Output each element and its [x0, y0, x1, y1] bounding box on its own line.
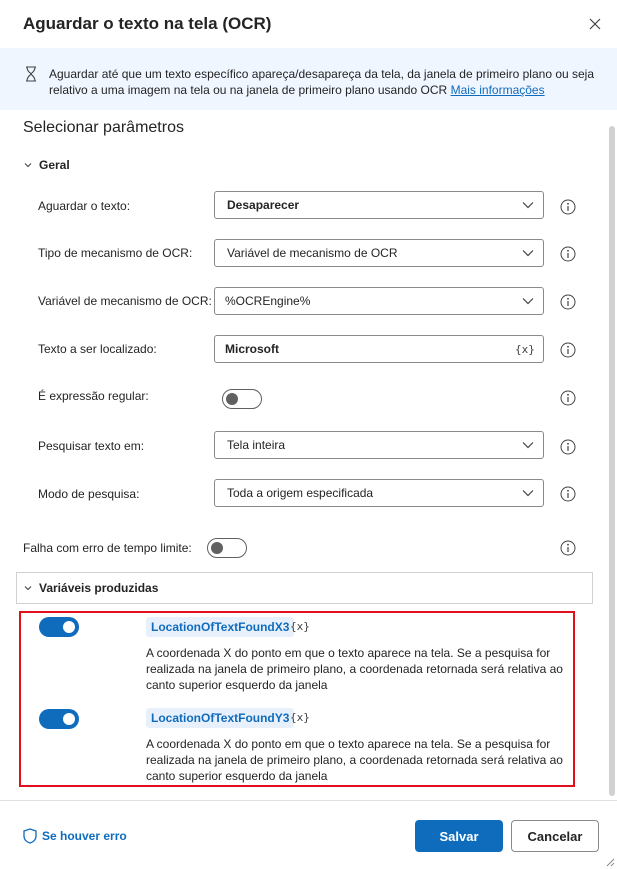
on-error-link[interactable]: Se houver erro [23, 828, 127, 844]
chevron-down-icon [24, 163, 32, 168]
ocr-engine-var-value: %OCREngine% [225, 294, 311, 308]
ocr-engine-var-select[interactable]: %OCREngine% [214, 287, 544, 315]
ocr-engine-type-label: Tipo de mecanismo de OCR: [38, 246, 193, 260]
general-group-header[interactable]: Geral [23, 157, 70, 173]
var-x-chip[interactable]: LocationOfTextFoundX3 [146, 617, 295, 637]
ocr-engine-type-select[interactable]: Variável de mecanismo de OCR [214, 239, 544, 267]
save-button[interactable]: Salvar [415, 820, 503, 852]
search-mode-select[interactable]: Toda a origem especificada [214, 479, 544, 507]
variable-picker-icon[interactable]: {x} [515, 343, 543, 356]
produced-vars-header[interactable]: Variáveis produzidas [16, 572, 593, 604]
info-icon[interactable] [560, 246, 576, 262]
timeout-label: Falha com erro de tempo limite: [23, 541, 192, 555]
var-x-toggle[interactable] [39, 617, 79, 637]
search-mode-label: Modo de pesquisa: [38, 487, 140, 501]
search-in-value: Tela inteira [227, 438, 286, 452]
info-icon[interactable] [560, 390, 576, 406]
is-regex-label: É expressão regular: [38, 389, 149, 403]
close-icon [589, 18, 601, 30]
info-icon[interactable] [560, 342, 576, 358]
dialog: Aguardar o texto na tela (OCR) Aguardar … [0, 0, 617, 869]
wait-text-select[interactable]: Desaparecer [214, 191, 544, 219]
cancel-button[interactable]: Cancelar [511, 820, 599, 852]
search-in-label: Pesquisar texto em: [38, 439, 145, 453]
chevron-down-icon [522, 202, 534, 209]
banner-text: Aguardar até que um texto específico apa… [49, 66, 604, 98]
text-to-find-input[interactable]: Microsoft {x} [214, 335, 544, 363]
variable-icon: {x} [290, 711, 310, 724]
search-in-select[interactable]: Tela inteira [214, 431, 544, 459]
is-regex-toggle[interactable] [222, 389, 262, 409]
wait-text-value: Desaparecer [227, 198, 300, 212]
shield-icon [23, 828, 37, 844]
var-y-chip[interactable]: LocationOfTextFoundY3 [146, 708, 295, 728]
scrollbar-thumb[interactable] [609, 126, 615, 796]
dialog-title: Aguardar o texto na tela (OCR) [23, 14, 272, 33]
info-icon[interactable] [560, 294, 576, 310]
chevron-down-icon [522, 298, 534, 305]
hourglass-icon [26, 66, 36, 82]
timeout-toggle[interactable] [207, 538, 247, 558]
text-to-find-value: Microsoft [225, 342, 279, 356]
section-title: Selecionar parâmetros [23, 119, 184, 136]
produced-vars-label: Variáveis produzidas [39, 581, 159, 595]
info-icon[interactable] [560, 486, 576, 502]
chevron-down-icon [522, 490, 534, 497]
close-button[interactable] [583, 12, 607, 36]
var-x-description: A coordenada X do ponto em que o texto a… [146, 646, 563, 692]
chevron-down-icon [24, 586, 32, 591]
search-mode-value: Toda a origem especificada [227, 486, 374, 500]
text-to-find-label: Texto a ser localizado: [38, 342, 157, 356]
resize-grip-icon[interactable] [603, 855, 615, 867]
wait-text-label: Aguardar o texto: [38, 199, 131, 213]
more-info-link[interactable]: Mais informações [451, 83, 545, 97]
info-icon[interactable] [560, 540, 576, 556]
chevron-down-icon [522, 442, 534, 449]
var-y-description: A coordenada X do ponto em que o texto a… [146, 737, 563, 783]
general-group-label: Geral [39, 158, 70, 172]
var-y-toggle[interactable] [39, 709, 79, 729]
info-icon[interactable] [560, 439, 576, 455]
variable-icon: {x} [290, 620, 310, 633]
on-error-label: Se houver erro [42, 829, 127, 843]
info-icon[interactable] [560, 199, 576, 215]
chevron-down-icon [522, 250, 534, 257]
ocr-engine-var-label: Variável de mecanismo de OCR: [38, 294, 212, 308]
ocr-engine-type-value: Variável de mecanismo de OCR [227, 246, 398, 260]
footer-divider [0, 800, 617, 801]
